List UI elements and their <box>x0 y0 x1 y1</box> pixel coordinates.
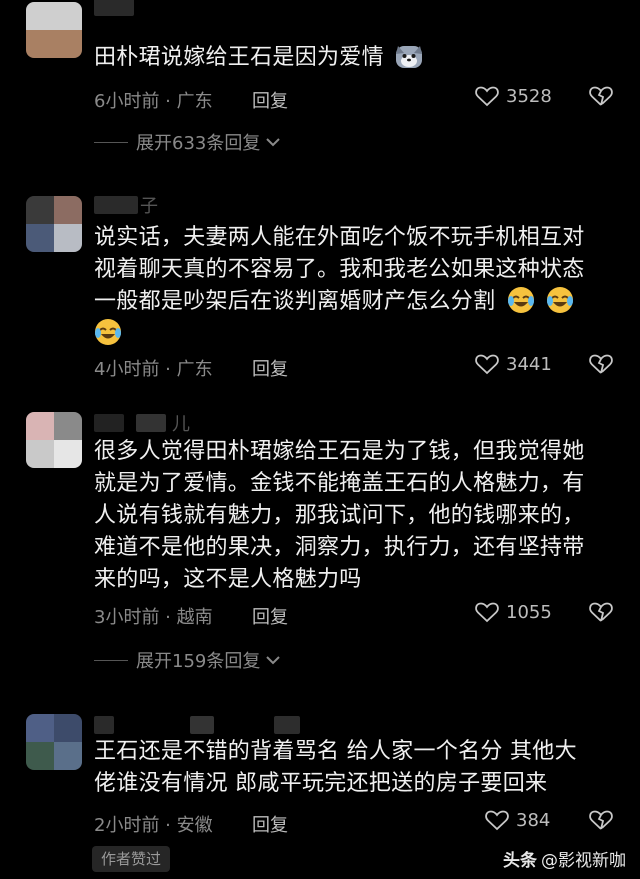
comment-text: 很多人觉得田朴珺嫁给王石是为了钱，但我觉得她 就是为了爱情。金钱不能掩盖王石的人… <box>94 439 585 592</box>
reply-button[interactable]: 回复 <box>252 87 288 113</box>
comment-meta: 4小时前 · 广东 回复 3441 <box>94 352 640 382</box>
like-button[interactable]: 3441 <box>474 352 552 376</box>
avatar[interactable] <box>26 714 82 770</box>
author-liked-badge: 作者赞过 <box>92 846 170 872</box>
like-button[interactable]: 1055 <box>474 600 552 624</box>
dislike-button[interactable] <box>588 84 614 113</box>
chevron-down-icon <box>266 138 281 147</box>
heart-icon <box>475 354 499 375</box>
comment-text: 说实话，夫妻两人能在外面吃个饭不玩手机相互对 视着聊天真的不容易了。我和我老公如… <box>94 222 619 350</box>
broken-heart-icon <box>589 86 613 106</box>
laugh-cry-emoji-icon <box>507 287 534 313</box>
broken-heart-icon <box>589 602 613 622</box>
watermark-brand: 头条 <box>503 851 537 871</box>
like-count: 3528 <box>506 85 552 107</box>
like-count: 384 <box>516 809 551 831</box>
divider <box>94 141 128 143</box>
like-button[interactable]: 384 <box>484 808 550 832</box>
time-location: 3小时前 · 越南 <box>94 607 213 628</box>
comment-meta: 6小时前 · 广东 回复 3528 <box>94 84 640 114</box>
comment-meta: 3小时前 · 越南 回复 1055 <box>94 600 640 630</box>
reply-button[interactable]: 回复 <box>252 811 288 837</box>
broken-heart-icon <box>589 810 613 830</box>
heart-icon <box>475 602 499 623</box>
watermark: 头条 @影视新咖 <box>503 846 626 871</box>
avatar[interactable] <box>26 2 82 58</box>
comment-text: 王石还是不错的背着骂名 给人家一个名分 其他大 佬谁没有情况 郎咸平玩完还把送的… <box>94 739 577 796</box>
like-button[interactable]: 3528 <box>474 84 552 108</box>
husky-emoji-icon <box>396 46 423 68</box>
time-location: 2小时前 · 安徽 <box>94 815 213 836</box>
time-location: 6小时前 · 广东 <box>94 91 213 112</box>
comment-meta: 2小时前 · 安徽 回复 384 <box>94 808 640 838</box>
time-location: 4小时前 · 广东 <box>94 359 213 380</box>
reply-button[interactable]: 回复 <box>252 355 288 381</box>
chevron-down-icon <box>266 656 281 665</box>
avatar[interactable] <box>26 196 82 252</box>
broken-heart-icon <box>589 354 613 374</box>
dislike-button[interactable] <box>588 808 614 837</box>
heart-icon <box>485 810 509 831</box>
reply-button[interactable]: 回复 <box>252 603 288 629</box>
dislike-button[interactable] <box>588 600 614 629</box>
like-count: 3441 <box>506 353 552 375</box>
comment-text: 田朴珺说嫁给王石是因为爱情 <box>94 42 619 74</box>
watermark-handle: @影视新咖 <box>541 851 626 871</box>
avatar[interactable] <box>26 412 82 468</box>
divider <box>94 659 128 661</box>
laugh-cry-emoji-icon <box>547 287 573 313</box>
dislike-button[interactable] <box>588 352 614 381</box>
expand-replies-button[interactable]: 展开633条回复 <box>94 128 281 156</box>
like-count: 1055 <box>506 601 552 623</box>
heart-icon <box>475 86 499 107</box>
expand-replies-button[interactable]: 展开159条回复 <box>94 646 281 674</box>
laugh-cry-emoji-icon <box>95 319 121 345</box>
